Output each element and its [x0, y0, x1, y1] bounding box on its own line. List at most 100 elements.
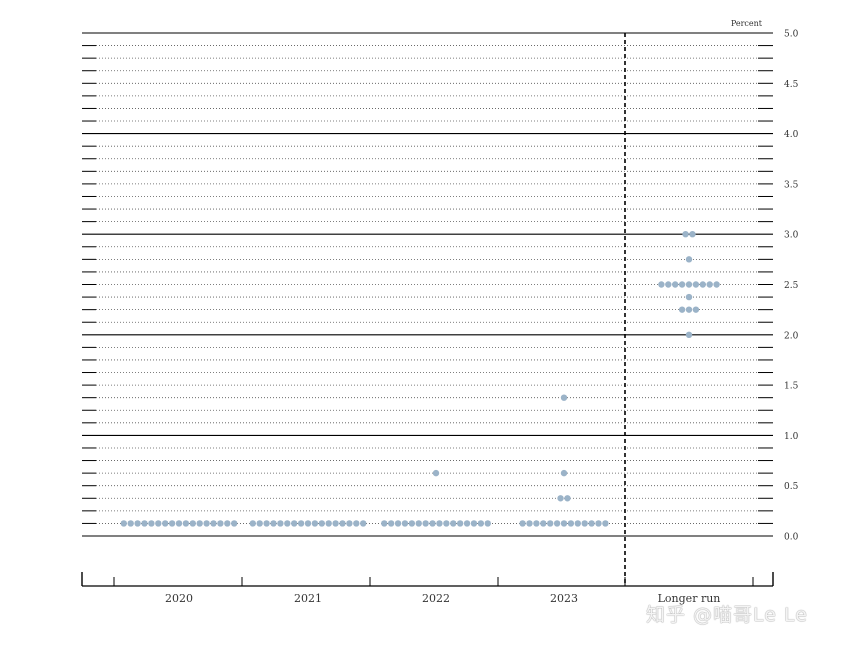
dots — [120, 231, 720, 527]
dot-point — [148, 520, 155, 527]
dot-point — [263, 520, 270, 527]
dot-point — [360, 520, 367, 527]
dot-point — [526, 520, 533, 527]
dot-point — [574, 520, 581, 527]
dot-point — [678, 281, 686, 288]
dot-point — [429, 520, 436, 527]
dot-point — [141, 520, 148, 527]
dot-point — [672, 281, 679, 288]
dot-point — [533, 520, 540, 527]
dot-point — [325, 520, 332, 527]
y-tick-label: 2.0 — [784, 331, 799, 341]
dot-point — [692, 281, 700, 288]
dot-point — [689, 231, 696, 238]
y-tick-label: 4.5 — [784, 80, 799, 90]
dot-point — [602, 520, 609, 527]
dot-point — [678, 306, 686, 313]
dot-point — [547, 520, 554, 527]
dot-point — [564, 495, 571, 502]
dot-point — [540, 520, 547, 527]
dot-point — [387, 520, 395, 527]
dot-point — [470, 520, 478, 527]
y-tick-label: 5.0 — [784, 30, 799, 40]
dot-point — [560, 394, 568, 401]
dot-point — [477, 520, 485, 527]
dot-point — [394, 520, 402, 527]
dot-point — [332, 520, 339, 527]
dot-point — [231, 520, 238, 527]
dot-point — [256, 520, 263, 527]
dot-point — [685, 293, 693, 301]
dot-point — [450, 520, 457, 527]
dot-point — [432, 469, 440, 477]
dot-point — [217, 520, 224, 527]
dot-point — [685, 331, 693, 338]
watermark-text: 知乎 @喵哥Le Le — [646, 604, 808, 626]
y-tick-label: 0.0 — [784, 533, 799, 543]
x-category-label: 2022 — [422, 592, 450, 605]
dot-point — [401, 520, 409, 527]
dot-point — [120, 520, 128, 527]
dot-point — [560, 520, 568, 527]
y-tick-label: 2.5 — [784, 281, 799, 291]
dot-plot-chart: 0.0 0.5 1.0 1.5 2.0 2.5 3.0 3.5 4.0 4.5 5.0 Percen… — [81, 19, 799, 605]
dot-point — [168, 520, 176, 527]
unit-label: Percent — [731, 19, 763, 28]
x-category-label: 2021 — [294, 592, 322, 605]
dot-point — [436, 520, 443, 527]
dot-point — [658, 281, 665, 288]
y-tick-label: 3.5 — [784, 180, 799, 190]
y-axis-ticks: 0.0 0.5 1.0 1.5 2.0 2.5 3.0 3.5 4.0 4.5 5.0 — [784, 30, 799, 543]
dot-point — [706, 281, 713, 288]
y-tick-label: 1.5 — [784, 382, 799, 392]
dot-point — [665, 281, 672, 288]
dot-point — [297, 520, 305, 527]
dot-point — [484, 520, 491, 527]
y-tick-label: 4.0 — [784, 130, 799, 140]
dot-point — [182, 520, 190, 527]
dot-point — [155, 520, 162, 527]
dot-point — [353, 520, 360, 527]
dot-point — [595, 520, 602, 527]
x-category-label: 2020 — [165, 592, 193, 605]
dot-point — [210, 520, 217, 527]
dot-point — [284, 520, 291, 527]
dot-point — [381, 520, 388, 527]
dot-point — [346, 520, 353, 527]
dot-point — [291, 520, 298, 527]
dot-point — [463, 520, 471, 527]
dot-point — [553, 520, 561, 527]
dot-point — [162, 520, 169, 527]
dot-point — [203, 520, 210, 527]
dot-point — [175, 520, 183, 527]
dot-point — [560, 469, 568, 477]
dot-point — [224, 520, 231, 527]
dot-point — [443, 520, 450, 527]
y-tick-label: 1.0 — [784, 432, 799, 442]
dot-point — [304, 520, 312, 527]
dot-point — [277, 520, 284, 527]
dot-point — [588, 520, 595, 527]
dot-point — [685, 256, 693, 263]
dot-point — [685, 281, 693, 288]
dot-point — [408, 520, 416, 527]
dot-point — [685, 306, 693, 313]
dot-point — [339, 520, 346, 527]
dot-point — [196, 520, 203, 527]
dot-point — [270, 520, 277, 527]
dot-point — [189, 520, 196, 527]
dot-point — [557, 495, 564, 502]
dot-point — [318, 520, 325, 527]
dot-point — [699, 281, 706, 288]
dot-point — [415, 520, 422, 527]
x-category-label: 2023 — [550, 592, 578, 605]
dot-point — [692, 306, 700, 313]
y-tick-label: 3.0 — [784, 231, 799, 241]
y-tick-label: 0.5 — [784, 482, 799, 492]
dot-point — [134, 520, 141, 527]
dot-point — [581, 520, 588, 527]
dot-point — [422, 520, 429, 527]
dot-point — [127, 520, 134, 527]
dot-point — [713, 281, 720, 288]
dot-point — [682, 231, 689, 238]
